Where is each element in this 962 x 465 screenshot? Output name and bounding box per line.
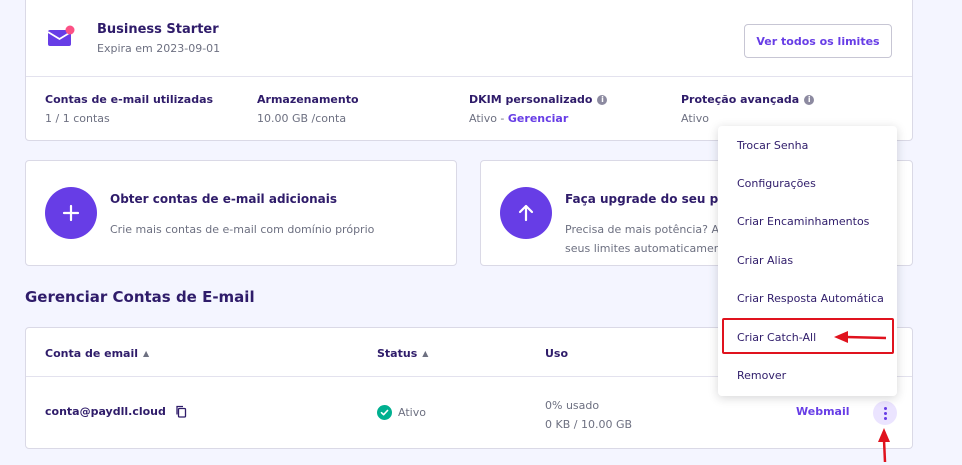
- annotation-arrows: [834, 331, 890, 463]
